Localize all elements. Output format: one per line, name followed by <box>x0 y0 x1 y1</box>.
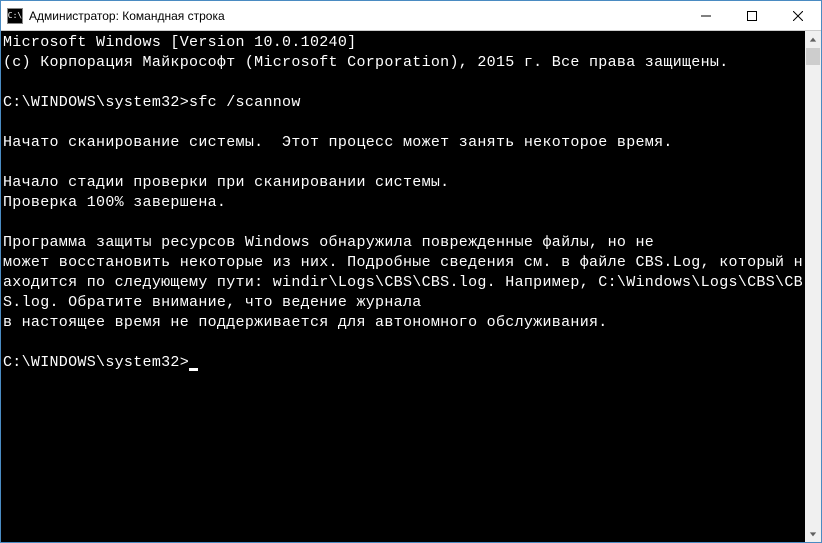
console-area: Microsoft Windows [Version 10.0.10240](c… <box>1 31 821 542</box>
titlebar-controls <box>683 1 821 30</box>
console-line <box>3 113 803 133</box>
console-line <box>3 213 803 233</box>
chevron-up-icon <box>809 36 817 44</box>
titlebar[interactable]: C:\ Администратор: Командная строка <box>1 1 821 31</box>
console-line: Начало стадии проверки при сканировании … <box>3 173 803 193</box>
console-line: Microsoft Windows [Version 10.0.10240] <box>3 33 803 53</box>
cmd-icon: C:\ <box>7 8 23 24</box>
scrollbar-up-arrow[interactable] <box>805 31 821 48</box>
console-line: в настоящее время не поддерживается для … <box>3 313 803 333</box>
close-icon <box>793 11 803 21</box>
window-title: Администратор: Командная строка <box>29 9 683 23</box>
scrollbar-thumb[interactable] <box>806 48 820 65</box>
maximize-button[interactable] <box>729 1 775 30</box>
console-line <box>3 153 803 173</box>
text-cursor <box>189 368 198 371</box>
chevron-down-icon <box>809 530 817 538</box>
console-output[interactable]: Microsoft Windows [Version 10.0.10240](c… <box>1 31 805 542</box>
console-line: может восстановить некоторые из них. Под… <box>3 253 803 313</box>
maximize-icon <box>747 11 757 21</box>
command-prompt-window: C:\ Администратор: Командная строка Micr… <box>0 0 822 543</box>
minimize-icon <box>701 11 711 21</box>
console-line <box>3 333 803 353</box>
console-line <box>3 73 803 93</box>
scrollbar-track[interactable] <box>805 48 821 525</box>
console-line: Проверка 100% завершена. <box>3 193 803 213</box>
scrollbar-down-arrow[interactable] <box>805 525 821 542</box>
close-button[interactable] <box>775 1 821 30</box>
vertical-scrollbar[interactable] <box>805 31 821 542</box>
console-line: C:\WINDOWS\system32>sfc /scannow <box>3 93 803 113</box>
console-line: Начато сканирование системы. Этот процес… <box>3 133 803 153</box>
console-line: C:\WINDOWS\system32> <box>3 353 803 373</box>
console-line: Программа защиты ресурсов Windows обнару… <box>3 233 803 253</box>
console-line: (c) Корпорация Майкрософт (Microsoft Cor… <box>3 53 803 73</box>
minimize-button[interactable] <box>683 1 729 30</box>
